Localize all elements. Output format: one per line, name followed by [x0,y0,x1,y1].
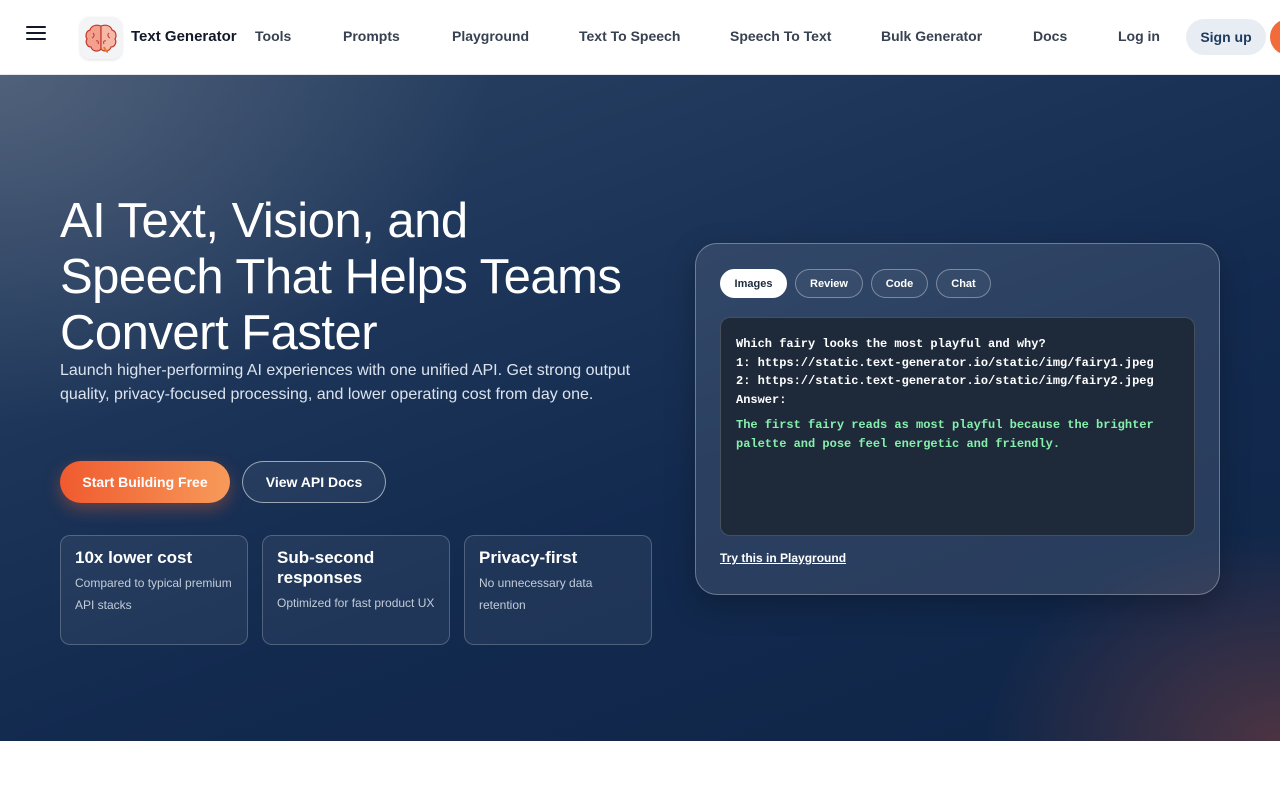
stat-title: 10x lower cost [75,548,193,567]
nav-speech-to-text[interactable]: Speech To Text [730,28,831,44]
hamburger-menu-icon[interactable] [26,26,46,40]
answer-line: palette and pose feel energetic and frie… [736,436,1061,451]
demo-panel: Images Review Code Chat Which fairy look… [695,243,1220,595]
nav-playground[interactable]: Playground [452,28,529,44]
tab-code[interactable]: Code [871,269,928,298]
answer-text: The first fairy reads as most playful be… [736,416,1179,453]
page-below-fold [0,741,1280,800]
prompt-line: 1: https://static.text-generator.io/stat… [736,355,1154,370]
prompt-line: Answer: [736,392,787,407]
stat-card-cost: 10x lower cost Compared to typical premi… [60,535,248,645]
stat-card-privacy: Privacy-first No unnecessary data retent… [464,535,652,645]
brain-logo-icon[interactable] [80,17,122,59]
nav-tools[interactable]: Tools [255,28,291,44]
start-building-free-button[interactable]: Start Building Free [60,461,230,503]
signup-button[interactable]: Sign up [1186,19,1266,55]
hero-title-line-3: Convert Faster [60,306,378,360]
login-link[interactable]: Log in [1118,28,1160,44]
stat-title: Privacy-first [479,548,578,567]
prompt-line: 2: https://static.text-generator.io/stat… [736,374,1154,388]
brand-name[interactable]: Text Generator [131,28,237,45]
nav-bulk-generator[interactable]: Bulk Generator [881,28,982,44]
try-in-playground-link[interactable]: Try this in Playground [720,551,846,565]
hero-title: AI Text, Vision, and Speech That Helps T… [60,193,680,361]
tab-images[interactable]: Images [720,269,787,298]
nav-prompts[interactable]: Prompts [343,28,400,44]
tab-chat[interactable]: Chat [936,269,991,298]
nav-docs[interactable]: Docs [1033,28,1067,44]
demo-output-box: Which fairy looks the most playful and w… [720,317,1195,536]
header-cta-button-partial[interactable] [1270,19,1280,55]
hero-section: AI Text, Vision, and Speech That Helps T… [0,75,1280,741]
hero-title-line-2: Speech That Helps Teams [60,250,622,304]
answer-line: The first fairy reads as most playful be… [736,418,1154,432]
nav-text-to-speech[interactable]: Text To Speech [579,28,680,44]
site-header: Text Generator Tools Prompts Playground … [0,0,1280,75]
stat-description: Optimized for fast product UX [277,596,435,610]
stat-description: Compared to typical premium API stacks [75,576,232,612]
view-api-docs-button[interactable]: View API Docs [242,461,386,503]
stat-card-speed: Sub-second responses Optimized for fast … [262,535,450,645]
hero-title-line-1: AI Text, Vision, and [60,194,468,248]
stat-title: Sub-second responses [277,548,375,587]
hero-subtitle: Launch higher-performing AI experiences … [60,362,631,403]
stat-description: No unnecessary data retention [479,576,593,612]
tab-review[interactable]: Review [795,269,863,298]
prompt-line: Which fairy looks the most playful and w… [736,337,1046,351]
